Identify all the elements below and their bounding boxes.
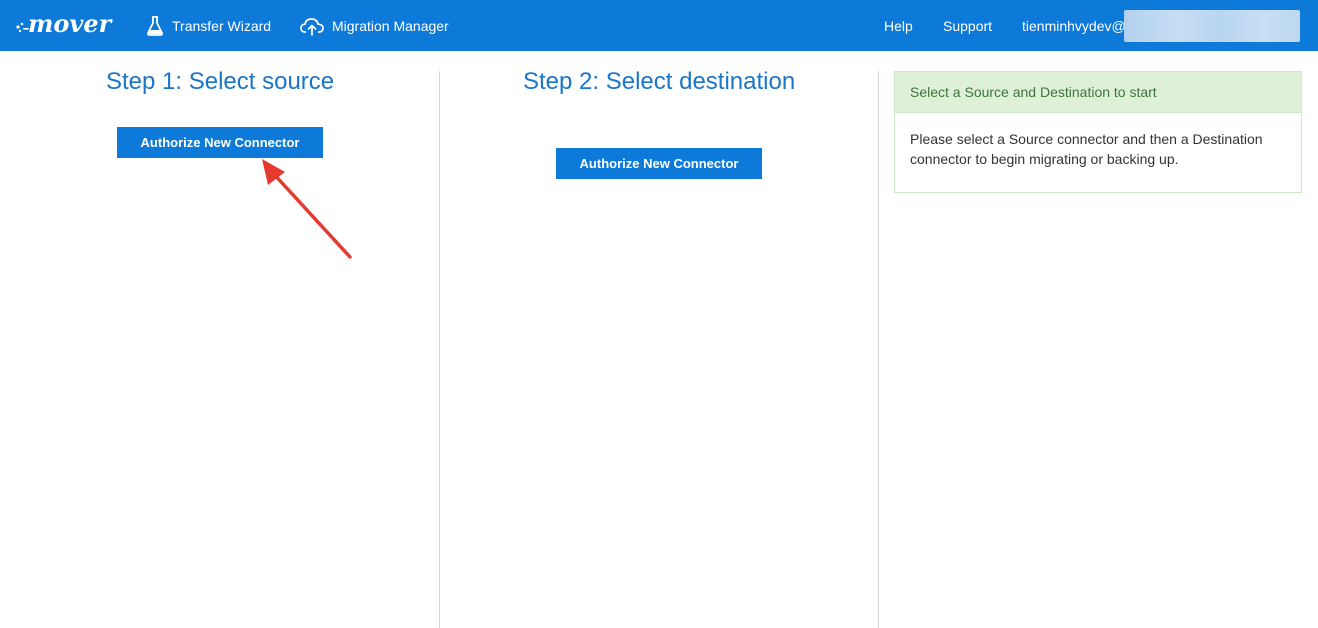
nav-help[interactable]: Help [884, 0, 913, 51]
column-divider [878, 71, 879, 628]
info-panel-heading: Select a Source and Destination to start [895, 72, 1301, 113]
top-navbar: mover Transfer Wizard Migration Manager … [0, 0, 1318, 51]
cloud-upload-icon [300, 16, 324, 36]
logo-text: mover [28, 10, 114, 38]
nav-migration-manager-label: Migration Manager [332, 17, 449, 34]
mover-logo-mark: mover [16, 9, 114, 38]
nav-support[interactable]: Support [943, 0, 992, 51]
step1-title: Step 1: Select source [106, 68, 335, 95]
info-panel-body: Please select a Source connector and the… [910, 131, 1263, 167]
authorize-destination-connector-button[interactable]: Authorize New Connector [556, 148, 762, 179]
mover-logo[interactable]: mover [14, 9, 118, 40]
user-account-menu[interactable]: tienminhvydev@ [1022, 0, 1126, 51]
info-panel: Select a Source and Destination to start… [894, 71, 1302, 193]
nav-migration-manager[interactable]: Migration Manager [300, 0, 449, 51]
flask-icon [146, 15, 164, 36]
nav-transfer-wizard-label: Transfer Wizard [172, 17, 272, 34]
redacted-email-blur [1124, 10, 1300, 42]
step2-title: Step 2: Select destination [523, 68, 796, 95]
authorize-source-connector-button[interactable]: Authorize New Connector [117, 127, 323, 158]
column-divider [439, 71, 440, 628]
nav-transfer-wizard[interactable]: Transfer Wizard [146, 0, 271, 51]
